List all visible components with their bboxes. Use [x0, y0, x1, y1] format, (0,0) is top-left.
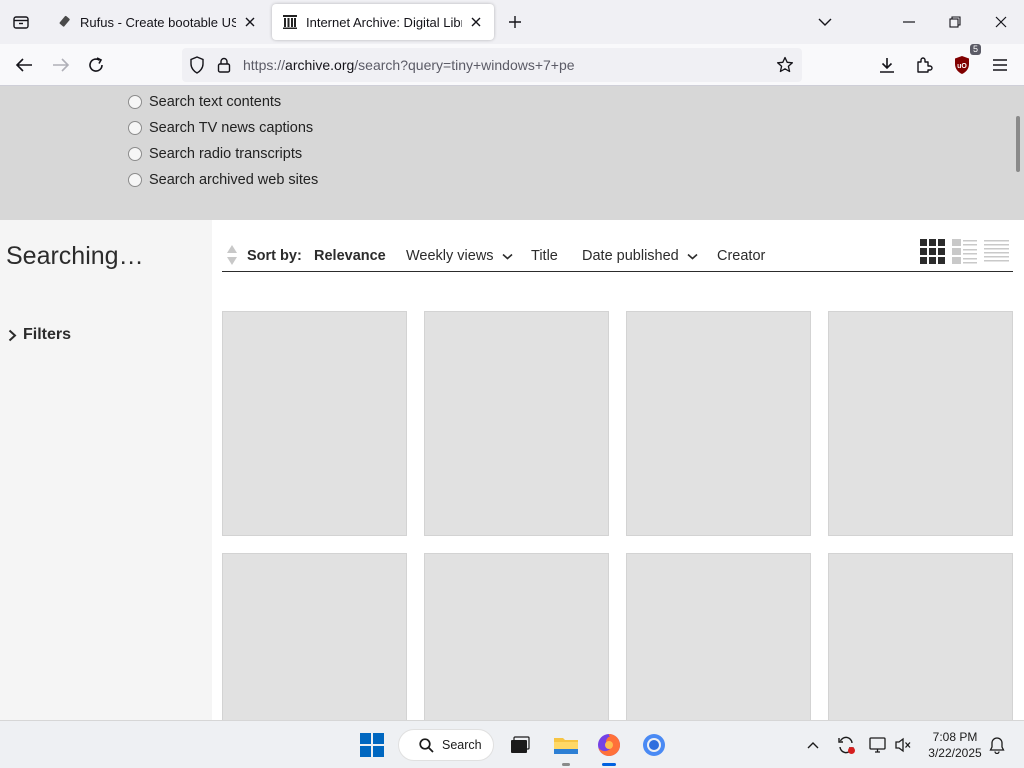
navigation-bar: https://archive.org/search?query=tiny+wi…	[0, 44, 1024, 86]
extensions-icon[interactable]	[909, 50, 939, 80]
sort-bar: Sort by: Relevance Weekly views Title Da…	[222, 239, 1013, 272]
show-hidden-icons-chevron-up-icon[interactable]	[802, 729, 824, 761]
bookmark-star-icon[interactable]	[776, 56, 794, 74]
list-detail-view-icon[interactable]	[952, 239, 978, 265]
notification-bell-icon[interactable]	[986, 729, 1008, 761]
clock-time: 7:08 PM	[932, 730, 978, 744]
close-tab-icon[interactable]	[468, 14, 484, 30]
option-label: Search TV news captions	[149, 120, 314, 136]
tab-title: Rufus - Create bootable USB drives the e…	[80, 14, 236, 30]
result-tile-placeholder[interactable]	[222, 311, 407, 536]
chromium-browser-icon[interactable]	[637, 729, 671, 761]
taskbar: Search 7:08 PM 3/22/2025	[0, 720, 1024, 768]
tab-title: Internet Archive: Digital Library of Fre…	[306, 14, 462, 30]
menu-hamburger-icon[interactable]	[985, 50, 1015, 80]
lock-icon[interactable]	[215, 56, 233, 74]
page-scrollbar[interactable]	[1016, 116, 1020, 172]
sort-by-label: Sort by:	[247, 248, 302, 264]
sort-option-label: Date published	[582, 248, 679, 264]
new-tab-icon[interactable]	[503, 10, 527, 34]
radio-button[interactable]	[128, 147, 142, 161]
url-text[interactable]: https://archive.org/search?query=tiny+wi…	[243, 57, 575, 73]
search-option-radio-transcripts[interactable]: Search radio transcripts	[128, 146, 302, 162]
downloads-icon[interactable]	[872, 50, 902, 80]
clock-date: 3/22/2025	[928, 746, 982, 760]
radio-button[interactable]	[128, 173, 142, 187]
sort-option-weekly-views[interactable]: Weekly views	[406, 248, 513, 264]
url-host: archive.org	[285, 57, 355, 73]
result-tile-placeholder[interactable]	[828, 311, 1013, 536]
search-option-tv-captions[interactable]: Search TV news captions	[128, 120, 313, 136]
radio-button[interactable]	[128, 121, 142, 135]
volume-muted-icon[interactable]	[892, 729, 914, 761]
search-option-text-contents[interactable]: Search text contents	[128, 94, 281, 110]
list-all-tabs-icon[interactable]	[802, 0, 848, 44]
file-explorer-icon[interactable]	[549, 729, 583, 761]
results-area: Sort by: Relevance Weekly views Title Da…	[212, 220, 1024, 720]
search-option-archived-web-sites[interactable]: Search archived web sites	[128, 172, 318, 188]
tab-strip: Rufus - Create bootable USB drives the e…	[0, 0, 1024, 44]
left-column: Searching… Filters	[0, 220, 212, 720]
option-label: Search text contents	[149, 94, 282, 110]
tab-rufus[interactable]: Rufus - Create bootable USB drives the e…	[46, 4, 268, 40]
chevron-down-icon	[502, 253, 513, 260]
firefox-icon[interactable]	[592, 729, 626, 761]
tab-list-icon[interactable]	[8, 8, 34, 36]
close-tab-icon[interactable]	[242, 14, 258, 30]
web-page: Search text contents Search TV news capt…	[0, 86, 1024, 720]
list-compact-view-icon[interactable]	[984, 239, 1010, 265]
result-tile-placeholder[interactable]	[626, 553, 811, 720]
sort-option-creator[interactable]: Creator	[717, 248, 765, 264]
tracking-protection-shield-icon[interactable]	[188, 56, 206, 74]
sort-direction-icon[interactable]	[226, 244, 238, 271]
restore-icon[interactable]	[932, 0, 978, 44]
sort-option-label: Weekly views	[406, 248, 494, 264]
search-status: Searching…	[6, 242, 144, 270]
svg-text:uO: uO	[957, 63, 967, 70]
sort-option-date-published[interactable]: Date published	[582, 248, 698, 264]
filters-toggle[interactable]: Filters	[8, 326, 71, 344]
search-options-panel: Search text contents Search TV news capt…	[0, 86, 1024, 220]
close-window-icon[interactable]	[978, 0, 1024, 44]
result-tile-placeholder[interactable]	[424, 311, 609, 536]
active-app-indicator	[602, 763, 616, 766]
url-bar[interactable]: https://archive.org/search?query=tiny+wi…	[182, 48, 802, 82]
sync-status-icon[interactable]	[834, 729, 858, 761]
result-tile-placeholder[interactable]	[424, 553, 609, 720]
usb-drive-icon	[56, 14, 72, 30]
option-label: Search archived web sites	[149, 172, 319, 188]
running-indicator	[562, 763, 570, 766]
tile-view-icon[interactable]	[920, 239, 946, 265]
archive-building-icon	[282, 14, 298, 30]
url-prefix: https://	[243, 57, 286, 73]
url-path: /search?query=tiny+windows+7+pe	[354, 57, 575, 73]
system-clock[interactable]: 7:08 PM 3/22/2025	[920, 729, 990, 761]
minimize-icon[interactable]	[886, 0, 932, 44]
task-view-icon[interactable]	[504, 729, 536, 761]
search-icon	[419, 737, 434, 753]
result-tile-placeholder[interactable]	[828, 553, 1013, 720]
taskbar-search-box[interactable]: Search	[398, 729, 494, 761]
sort-option-relevance[interactable]: Relevance	[314, 248, 386, 264]
reload-icon[interactable]	[81, 50, 111, 80]
filters-label: Filters	[23, 326, 72, 343]
extension-badge: 5	[969, 44, 981, 55]
radio-button[interactable]	[128, 95, 142, 109]
tab-internet-archive[interactable]: Internet Archive: Digital Library of Fre…	[272, 4, 494, 40]
ublock-origin-icon[interactable]: uO 5	[947, 44, 981, 80]
result-tile-placeholder[interactable]	[626, 311, 811, 536]
option-label: Search radio transcripts	[149, 146, 303, 162]
search-label: Search	[442, 738, 482, 752]
result-tile-placeholder[interactable]	[222, 553, 407, 720]
forward-arrow-icon[interactable]	[46, 50, 76, 80]
network-icon[interactable]	[866, 729, 890, 761]
sort-option-title[interactable]: Title	[531, 248, 558, 264]
chevron-down-icon	[687, 253, 698, 260]
chevron-right-icon	[8, 329, 17, 341]
windows-start-icon[interactable]	[356, 729, 388, 761]
back-arrow-icon[interactable]	[9, 50, 39, 80]
